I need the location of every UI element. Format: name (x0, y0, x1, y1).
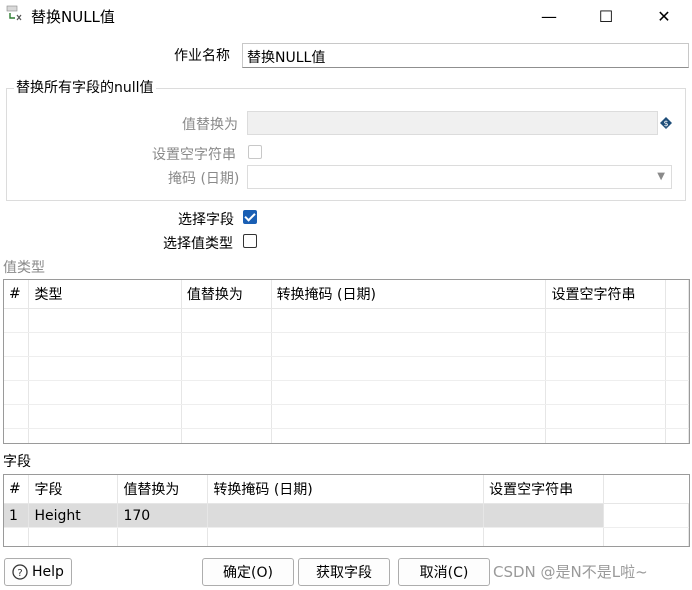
table-row[interactable] (4, 332, 689, 357)
table-row[interactable] (4, 527, 689, 546)
chevron-down-icon: ▼ (657, 171, 665, 182)
value-types-table[interactable]: ^ # 类型 值替换为 转换掩码 (日期) 设置空字符串 (3, 279, 690, 444)
replace-value-cell[interactable]: 170 (117, 503, 209, 528)
variable-icon[interactable]: $ (660, 117, 672, 129)
set-empty-string-label: 设置空字符串 (152, 147, 236, 163)
select-fields-checkbox[interactable] (243, 210, 257, 224)
select-value-type-checkbox[interactable] (243, 234, 257, 248)
job-name-input[interactable]: 替换NULL值 (242, 43, 689, 68)
value-types-title: 值类型 (3, 260, 45, 276)
mask-cell[interactable] (207, 503, 485, 528)
watermark: CSDN @是N不是L啦~ (493, 563, 648, 581)
column-header[interactable]: 设置空字符串 (545, 280, 667, 309)
table-row[interactable] (4, 404, 689, 429)
column-header[interactable]: 转换掩码 (日期) (207, 475, 485, 504)
column-header[interactable]: 设置空字符串 (483, 475, 605, 504)
help-button-label: Help (32, 564, 64, 580)
table-row[interactable] (4, 428, 689, 443)
minimize-button[interactable]: — (526, 0, 572, 32)
row-number: 1 (4, 503, 30, 528)
get-fields-button[interactable]: 获取字段 (298, 558, 390, 586)
table-header: ^ # 类型 值替换为 转换掩码 (日期) 设置空字符串 (4, 280, 689, 309)
row-filler (603, 503, 689, 528)
table-row[interactable] (4, 356, 689, 381)
maximize-button[interactable]: ☐ (583, 0, 629, 32)
column-header[interactable]: 字段 (28, 475, 119, 504)
table-header: ^ # 字段 值替换为 转换掩码 (日期) 设置空字符串 (4, 475, 689, 504)
set-empty-cell[interactable] (483, 503, 605, 528)
svg-text:$: $ (663, 119, 668, 128)
fields-title: 字段 (3, 454, 31, 470)
column-header-filler (665, 280, 689, 309)
select-value-type-label: 选择值类型 (163, 236, 233, 252)
fields-table[interactable]: ^ # 字段 值替换为 转换掩码 (日期) 设置空字符串 1 Height 170 (3, 474, 690, 547)
replace-with-input[interactable] (247, 111, 658, 135)
replace-with-label: 值替换为 (182, 117, 238, 133)
sort-icon: ^ (11, 474, 19, 482)
column-header[interactable]: 转换掩码 (日期) (271, 280, 547, 309)
table-row[interactable]: 1 Height 170 (4, 503, 689, 528)
replace-all-group-title: 替换所有字段的null值 (14, 77, 156, 97)
set-empty-string-checkbox[interactable] (248, 145, 262, 159)
table-row[interactable] (4, 380, 689, 405)
table-row[interactable] (4, 308, 689, 333)
ok-button[interactable]: 确定(O) (202, 558, 294, 586)
column-header-filler (603, 475, 689, 504)
sort-icon: ^ (11, 279, 19, 287)
cancel-button[interactable]: 取消(C) (398, 558, 490, 586)
column-header[interactable]: ^ # (4, 279, 30, 309)
window-title: 替换NULL值 (31, 8, 115, 26)
svg-text:?: ? (17, 568, 22, 579)
title-bar: 替换NULL值 — ☐ ✕ (0, 0, 692, 32)
column-header[interactable]: ^ # (4, 474, 30, 504)
column-header[interactable]: 类型 (28, 280, 182, 309)
app-icon (6, 5, 22, 21)
help-button[interactable]: ? Help (4, 558, 72, 586)
column-header[interactable]: 值替换为 (117, 475, 209, 504)
field-name-cell[interactable]: Height (28, 503, 119, 528)
column-header[interactable]: 值替换为 (181, 280, 272, 309)
close-button[interactable]: ✕ (641, 0, 687, 32)
job-name-value: 替换NULL值 (247, 50, 326, 66)
mask-label: 掩码 (日期) (168, 171, 240, 187)
select-fields-label: 选择字段 (178, 212, 234, 228)
help-icon: ? (12, 564, 28, 580)
mask-select[interactable]: ▼ (247, 165, 672, 189)
job-name-label: 作业名称 (174, 48, 230, 64)
